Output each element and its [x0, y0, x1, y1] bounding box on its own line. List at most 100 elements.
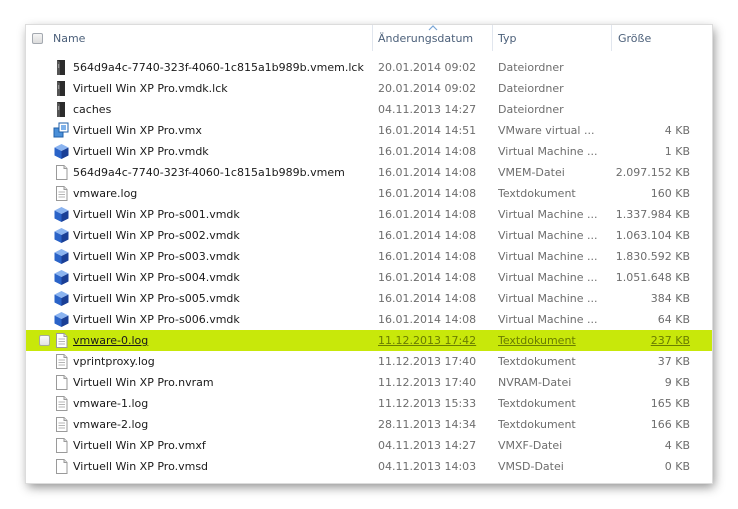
file-row[interactable]: Virtuell Win XP Pro-s002.vmdk 16.01.2014 …: [26, 225, 712, 246]
column-header: Name Änderungsdatum Typ Größe: [26, 25, 712, 51]
file-size: 1.063.104 KB: [615, 229, 690, 242]
file-size: 160 KB: [650, 187, 690, 200]
file-size: 165 KB: [650, 397, 690, 410]
column-divider[interactable]: [611, 25, 612, 51]
file-row[interactable]: vmware-2.log 28.11.2013 14:34 Textdokument…: [26, 414, 712, 435]
generic-file-icon: [53, 164, 70, 181]
file-name: vprintproxy.log: [73, 355, 155, 368]
file-type: VMware virtual ...: [498, 124, 595, 137]
file-size: 166 KB: [650, 418, 690, 431]
file-date-modified: 04.11.2013 14:27: [378, 439, 477, 452]
text-document-icon: [53, 332, 70, 349]
file-name: Virtuell Win XP Pro.vmdk: [73, 145, 209, 158]
file-row[interactable]: vmware-1.log 11.12.2013 15:33 Textdokument…: [26, 393, 712, 414]
file-size: 64 KB: [657, 313, 690, 326]
file-row[interactable]: vprintproxy.log 11.12.2013 17:40 Textdokum…: [26, 351, 712, 372]
vmdk-cube-icon: [53, 227, 70, 244]
column-header-type[interactable]: Typ: [498, 25, 608, 51]
text-document-icon: [53, 395, 70, 412]
file-row[interactable]: vmware-0.log 11.12.2013 17:42 Textdokument…: [26, 330, 712, 351]
file-date-modified: 28.11.2013 14:34: [378, 418, 477, 431]
file-name: Virtuell Win XP Pro.vmdk.lck: [73, 82, 228, 95]
file-date-modified: 20.01.2014 09:02: [378, 82, 477, 95]
file-size: 1.051.648 KB: [615, 271, 690, 284]
file-type: Textdokument: [498, 397, 576, 410]
file-date-modified: 16.01.2014 14:51: [378, 124, 477, 137]
file-row[interactable]: vmware.log 16.01.2014 14:08 Textdokument 16…: [26, 183, 712, 204]
file-size: 37 KB: [657, 355, 690, 368]
file-row[interactable]: Virtuell Win XP Pro.vmxf 04.11.2013 14:27…: [26, 435, 712, 456]
file-name: Virtuell Win XP Pro.vmsd: [73, 460, 209, 473]
file-size: 384 KB: [650, 292, 690, 305]
file-date-modified: 16.01.2014 14:08: [378, 145, 477, 158]
file-row[interactable]: 564d9a4c-7740-323f-4060-1c815a1b989b.vme…: [26, 57, 712, 78]
file-row[interactable]: caches 04.11.2013 14:27 Dateiordner: [26, 99, 712, 120]
file-type: Textdokument: [498, 355, 576, 368]
file-date-modified: 04.11.2013 14:27: [378, 103, 477, 116]
file-name: caches: [73, 103, 112, 116]
file-name: Virtuell Win XP Pro-s003.vmdk: [73, 250, 240, 263]
generic-file-icon: [53, 437, 70, 454]
file-date-modified: 11.12.2013 17:40: [378, 376, 477, 389]
file-row[interactable]: Virtuell Win XP Pro.vmdk.lck 20.01.2014 0…: [26, 78, 712, 99]
file-size: 1 KB: [664, 145, 690, 158]
file-row[interactable]: Virtuell Win XP Pro.vmx 16.01.2014 14:51 V…: [26, 120, 712, 141]
file-row[interactable]: Virtuell Win XP Pro-s005.vmdk 16.01.2014 …: [26, 288, 712, 309]
file-name: Virtuell Win XP Pro.vmxf: [73, 439, 206, 452]
file-row[interactable]: Virtuell Win XP Pro-s003.vmdk 16.01.2014 …: [26, 246, 712, 267]
vmdk-cube-icon: [53, 143, 70, 160]
vmdk-cube-icon: [53, 248, 70, 265]
file-size: 9 KB: [664, 376, 690, 389]
vmdk-cube-icon: [53, 206, 70, 223]
file-date-modified: 11.12.2013 17:42: [378, 334, 477, 347]
file-type: Textdokument: [498, 418, 576, 431]
file-type: Virtual Machine ...: [498, 292, 598, 305]
file-type: Dateiordner: [498, 82, 564, 95]
column-divider[interactable]: [492, 25, 493, 51]
file-type: Dateiordner: [498, 61, 564, 74]
generic-file-icon: [53, 374, 70, 391]
file-name: 564d9a4c-7740-323f-4060-1c815a1b989b.vme…: [73, 166, 345, 179]
select-all-checkbox[interactable]: [32, 33, 43, 44]
file-date-modified: 04.11.2013 14:03: [378, 460, 477, 473]
file-size: 1.337.984 KB: [615, 208, 690, 221]
file-row[interactable]: Virtuell Win XP Pro.nvram 11.12.2013 17:4…: [26, 372, 712, 393]
file-row[interactable]: Virtuell Win XP Pro-s004.vmdk 16.01.2014 …: [26, 267, 712, 288]
file-date-modified: 11.12.2013 15:33: [378, 397, 477, 410]
file-row[interactable]: Virtuell Win XP Pro.vmdk 16.01.2014 14:08…: [26, 141, 712, 162]
file-date-modified: 20.01.2014 09:02: [378, 61, 477, 74]
file-list: 564d9a4c-7740-323f-4060-1c815a1b989b.vme…: [26, 57, 712, 477]
column-divider[interactable]: [372, 25, 373, 51]
file-explorer-window: Name Änderungsdatum Typ Größe 564d9a4c-7…: [26, 25, 712, 483]
file-name: vmware-1.log: [73, 397, 149, 410]
text-document-icon: [53, 353, 70, 370]
file-size: 1.830.592 KB: [615, 250, 690, 263]
file-type: Virtual Machine ...: [498, 145, 598, 158]
file-name: vmware-2.log: [73, 418, 149, 431]
text-document-icon: [53, 416, 70, 433]
file-date-modified: 16.01.2014 14:08: [378, 229, 477, 242]
column-header-name[interactable]: Name: [53, 25, 371, 51]
file-name: Virtuell Win XP Pro-s006.vmdk: [73, 313, 240, 326]
row-checkbox[interactable]: [39, 335, 50, 346]
file-row[interactable]: Virtuell Win XP Pro-s006.vmdk 16.01.2014 …: [26, 309, 712, 330]
vmx-config-icon: [53, 122, 70, 139]
column-header-size[interactable]: Größe: [618, 25, 698, 51]
file-row[interactable]: Virtuell Win XP Pro-s001.vmdk 16.01.2014 …: [26, 204, 712, 225]
vmdk-cube-icon: [53, 311, 70, 328]
folder-dark-icon: [53, 80, 70, 97]
file-size: 0 KB: [664, 460, 690, 473]
file-name: Virtuell Win XP Pro-s005.vmdk: [73, 292, 240, 305]
file-type: Textdokument: [498, 187, 576, 200]
file-row[interactable]: 564d9a4c-7740-323f-4060-1c815a1b989b.vme…: [26, 162, 712, 183]
file-name: Virtuell Win XP Pro.vmx: [73, 124, 202, 137]
file-type: VMEM-Datei: [498, 166, 565, 179]
text-document-icon: [53, 185, 70, 202]
file-row[interactable]: Virtuell Win XP Pro.vmsd 04.11.2013 14:03…: [26, 456, 712, 477]
file-type: Virtual Machine ...: [498, 208, 598, 221]
file-size: 237 KB: [650, 334, 690, 347]
file-date-modified: 11.12.2013 17:40: [378, 355, 477, 368]
file-date-modified: 16.01.2014 14:08: [378, 292, 477, 305]
file-size: 2.097.152 KB: [615, 166, 690, 179]
file-name: 564d9a4c-7740-323f-4060-1c815a1b989b.vme…: [73, 61, 364, 74]
